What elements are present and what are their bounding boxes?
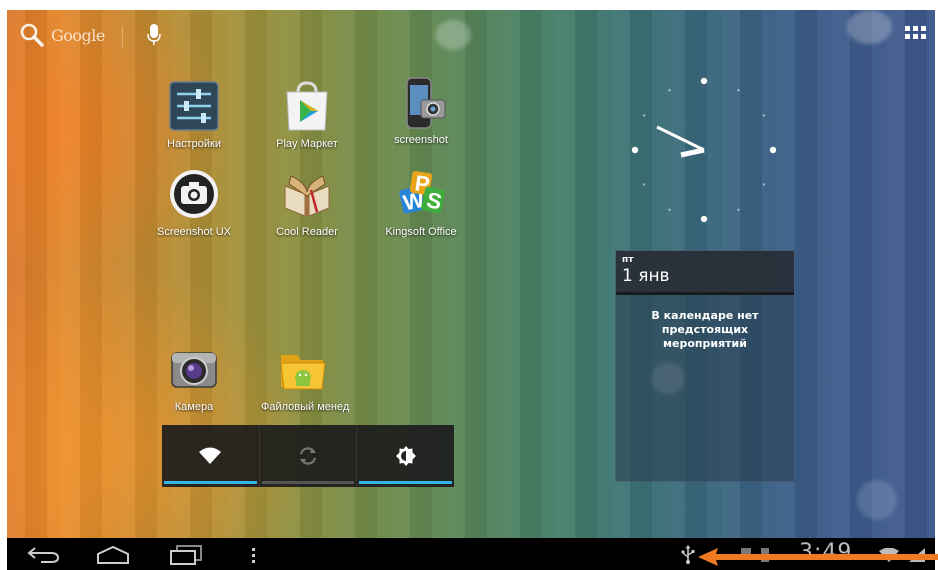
app-label: Play Маркет <box>276 138 338 150</box>
app-label: screenshot <box>394 134 448 146</box>
app-label: Screenshot UX <box>157 226 231 238</box>
phone-camera-icon <box>395 76 447 132</box>
wallpaper-bokeh <box>857 480 897 520</box>
app-settings[interactable]: Настройки <box>144 80 244 150</box>
home-icon[interactable] <box>95 545 131 565</box>
sync-toggle-indicator <box>261 481 355 484</box>
app-label: Cool Reader <box>276 226 338 238</box>
recent-apps-icon[interactable] <box>169 545 203 565</box>
menu-icon[interactable] <box>251 547 257 565</box>
all-apps-grid-icon[interactable] <box>905 26 927 42</box>
annotation-arrow <box>698 548 938 566</box>
app-label: Файловый менеджер <box>261 401 349 413</box>
app-label: Настройки <box>167 138 221 150</box>
home-screen[interactable]: Google Настройки Play Маркет screenshot … <box>7 10 935 538</box>
wifi-toggle-indicator <box>164 481 257 484</box>
calendar-day-of-week: пт <box>622 255 634 265</box>
wifi-icon <box>199 447 222 464</box>
clock-minute-hand <box>656 125 705 152</box>
app-screenshot-ux[interactable]: Screenshot UX <box>144 168 244 238</box>
back-icon[interactable] <box>27 544 61 564</box>
camera-icon <box>168 343 220 395</box>
power-control-widget <box>162 425 454 487</box>
sync-icon <box>299 447 317 465</box>
calendar-header: пт 1 янв <box>616 251 794 295</box>
brightness-icon <box>395 446 416 466</box>
app-camera[interactable]: Камера <box>144 343 244 413</box>
voice-search-mic-icon[interactable] <box>147 23 161 47</box>
clock-dot-9 <box>631 146 639 154</box>
clock-dot-3 <box>769 146 777 154</box>
app-play-market[interactable]: Play Маркет <box>257 80 357 150</box>
app-file-manager[interactable]: Файловый менеджер <box>257 343 349 413</box>
calendar-date: 1 янв <box>622 266 670 286</box>
google-search-label: Google <box>51 25 105 45</box>
app-label: Камера <box>174 401 214 413</box>
calendar-widget[interactable]: пт 1 янв В календаре нет предстоящих мер… <box>615 250 795 482</box>
play-store-icon <box>281 80 333 132</box>
analog-clock-widget[interactable] <box>629 75 779 225</box>
wallpaper-bokeh <box>847 10 892 44</box>
app-kingsoft-office[interactable]: W P S Kingsoft Office <box>371 168 471 238</box>
settings-icon <box>168 80 220 132</box>
usb-icon[interactable] <box>681 544 695 564</box>
folder-icon <box>277 343 329 395</box>
sync-toggle-button[interactable] <box>260 425 358 487</box>
wifi-toggle-button[interactable] <box>162 425 260 487</box>
clock-dot-6 <box>700 215 708 223</box>
office-icon: W P S <box>395 168 447 220</box>
app-screenshot[interactable]: screenshot <box>371 76 471 146</box>
search-icon <box>20 23 44 47</box>
clock-dot-12 <box>700 77 708 85</box>
book-icon <box>281 168 333 220</box>
google-search-bar[interactable]: Google <box>19 22 105 48</box>
clock-hour-hand <box>680 147 705 158</box>
camera-circle-icon <box>168 168 220 220</box>
brightness-toggle-indicator <box>359 481 453 484</box>
search-divider <box>122 26 123 48</box>
brightness-toggle-button[interactable] <box>357 425 454 487</box>
calendar-empty-message: В календаре нет предстоящих мероприятий <box>651 309 759 350</box>
app-label: Kingsoft Office <box>385 226 457 238</box>
app-cool-reader[interactable]: Cool Reader <box>257 168 357 238</box>
wallpaper-bokeh <box>435 20 471 50</box>
